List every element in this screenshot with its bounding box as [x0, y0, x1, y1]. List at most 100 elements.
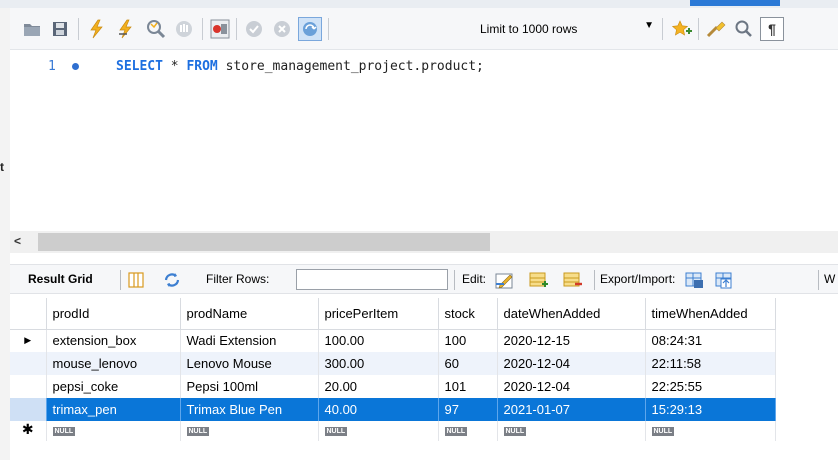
toolbar-separator [78, 18, 79, 40]
column-header-prodname[interactable]: prodName [180, 298, 319, 330]
rollback-icon[interactable] [270, 17, 294, 41]
cell-datewhenadded[interactable]: 2020-12-04 [497, 375, 646, 398]
column-header-prodid[interactable]: prodId [46, 298, 181, 330]
cell-datewhenadded[interactable]: 2021-01-07 [497, 398, 646, 421]
cell-prodid[interactable]: trimax_pen [46, 398, 181, 421]
cell-priceperitem[interactable]: 300.00 [318, 352, 439, 375]
save-icon[interactable] [48, 17, 72, 41]
add-row-icon[interactable] [528, 270, 548, 290]
row-marker-header [10, 298, 47, 330]
autocommit-icon[interactable] [298, 17, 322, 41]
refresh-filter-icon[interactable] [162, 270, 182, 290]
execute-current-icon[interactable] [114, 17, 138, 41]
cell-priceperitem[interactable]: 20.00 [318, 375, 439, 398]
cell-null[interactable]: NULL [645, 421, 776, 441]
result-grid-toolbar: Result Grid Filter Rows: Edit: Export/Im… [10, 264, 838, 294]
cell-null[interactable]: NULL [497, 421, 646, 441]
limit-rows-select[interactable]: Limit to 1000 rows ▼ [474, 17, 658, 41]
toolbar-separator [328, 18, 329, 40]
column-header-priceperitem[interactable]: pricePerItem [318, 298, 439, 330]
sql-keyword-from: FROM [186, 59, 218, 74]
cell-stock[interactable]: 100 [438, 329, 498, 352]
cell-stock[interactable]: 60 [438, 352, 498, 375]
null-badge: NULL [444, 427, 468, 436]
result-grid[interactable]: prodId prodName pricePerItem stock dateW… [10, 298, 838, 441]
commit-icon[interactable] [242, 17, 266, 41]
result-table: prodId prodName pricePerItem stock dateW… [10, 298, 776, 441]
edit-label: Edit: [462, 272, 487, 286]
table-row[interactable]: mouse_lenovo Lenovo Mouse 300.00 60 2020… [10, 352, 776, 375]
table-row[interactable]: ▶ extension_box Wadi Extension 100.00 10… [10, 329, 776, 352]
invisible-chars-icon[interactable]: ¶ [760, 17, 784, 41]
scrollbar-thumb[interactable] [38, 233, 490, 251]
statement-marker-icon [72, 63, 79, 70]
cell-timewhenadded[interactable]: 22:25:55 [645, 375, 776, 398]
null-badge: NULL [52, 427, 76, 436]
table-header-row: prodId prodName pricePerItem stock dateW… [10, 298, 776, 330]
cell-prodname[interactable]: Pepsi 100ml [180, 375, 319, 398]
filter-rows-input[interactable] [296, 269, 448, 290]
toolbar-separator [202, 18, 203, 40]
editor-horizontal-scrollbar[interactable]: < [10, 231, 838, 253]
cell-null[interactable]: NULL [438, 421, 498, 441]
cell-datewhenadded[interactable]: 2020-12-04 [497, 352, 646, 375]
export-icon[interactable] [684, 270, 704, 290]
row-marker [10, 398, 47, 421]
edit-cell-icon[interactable] [494, 270, 514, 290]
left-panel-edge: t [0, 8, 10, 460]
sql-editor[interactable]: 1 SELECT * FROM store_management_project… [10, 50, 838, 230]
toolbar-separator [594, 270, 595, 290]
sql-code-line[interactable]: SELECT * FROM store_management_project.p… [116, 59, 484, 74]
explain-icon[interactable] [144, 17, 168, 41]
column-header-timewhenadded[interactable]: timeWhenAdded [645, 298, 776, 330]
sql-keyword-select: SELECT [116, 59, 163, 74]
column-header-datewhenadded[interactable]: dateWhenAdded [497, 298, 646, 330]
row-marker [10, 375, 47, 398]
sql-star: * [162, 59, 187, 74]
result-grid-tab[interactable]: Result Grid [28, 272, 93, 286]
cell-priceperitem[interactable]: 100.00 [318, 329, 439, 352]
bookmark-star-icon[interactable] [670, 17, 694, 41]
cell-prodid[interactable]: mouse_lenovo [46, 352, 181, 375]
cell-null[interactable]: NULL [46, 421, 181, 441]
toolbar-separator [818, 270, 819, 290]
cell-datewhenadded[interactable]: 2020-12-15 [497, 329, 646, 352]
sql-editor-toolbar: Limit to 1000 rows ▼ ¶ [10, 8, 838, 50]
find-icon[interactable] [732, 17, 756, 41]
cell-prodname[interactable]: Lenovo Mouse [180, 352, 319, 375]
toggle-error-icon[interactable] [208, 17, 232, 41]
cell-timewhenadded[interactable]: 15:29:13 [645, 398, 776, 421]
scroll-left-icon[interactable]: < [14, 234, 21, 248]
cell-null[interactable]: NULL [180, 421, 319, 441]
new-row[interactable]: ✱ NULL NULL NULL NULL NULL NULL [10, 421, 776, 441]
column-header-stock[interactable]: stock [438, 298, 498, 330]
cell-timewhenadded[interactable]: 08:24:31 [645, 329, 776, 352]
chevron-down-icon: ▼ [644, 20, 654, 31]
null-badge: NULL [324, 427, 348, 436]
cell-prodid[interactable]: pepsi_coke [46, 375, 181, 398]
export-import-label: Export/Import: [600, 272, 676, 286]
toolbar-separator [236, 18, 237, 40]
grid-layout-icon[interactable] [126, 270, 146, 290]
toolbar-separator [454, 270, 455, 290]
stop-icon[interactable] [172, 17, 196, 41]
cell-null[interactable]: NULL [318, 421, 439, 441]
row-marker [10, 352, 47, 375]
table-row[interactable]: pepsi_coke Pepsi 100ml 20.00 101 2020-12… [10, 375, 776, 398]
cell-prodname[interactable]: Wadi Extension [180, 329, 319, 352]
cell-stock[interactable]: 97 [438, 398, 498, 421]
null-badge: NULL [503, 427, 527, 436]
execute-icon[interactable] [84, 17, 108, 41]
cell-prodname[interactable]: Trimax Blue Pen [180, 398, 319, 421]
cell-timewhenadded[interactable]: 22:11:58 [645, 352, 776, 375]
import-icon[interactable] [714, 270, 734, 290]
active-tab-accent [690, 0, 780, 6]
open-file-icon[interactable] [20, 17, 44, 41]
beautify-icon[interactable] [704, 17, 728, 41]
wrap-cell-label[interactable]: W [824, 272, 835, 286]
cell-prodid[interactable]: extension_box [46, 329, 181, 352]
delete-row-icon[interactable] [562, 270, 582, 290]
cell-stock[interactable]: 101 [438, 375, 498, 398]
cell-priceperitem[interactable]: 40.00 [318, 398, 439, 421]
table-row-selected[interactable]: trimax_pen Trimax Blue Pen 40.00 97 2021… [10, 398, 776, 421]
